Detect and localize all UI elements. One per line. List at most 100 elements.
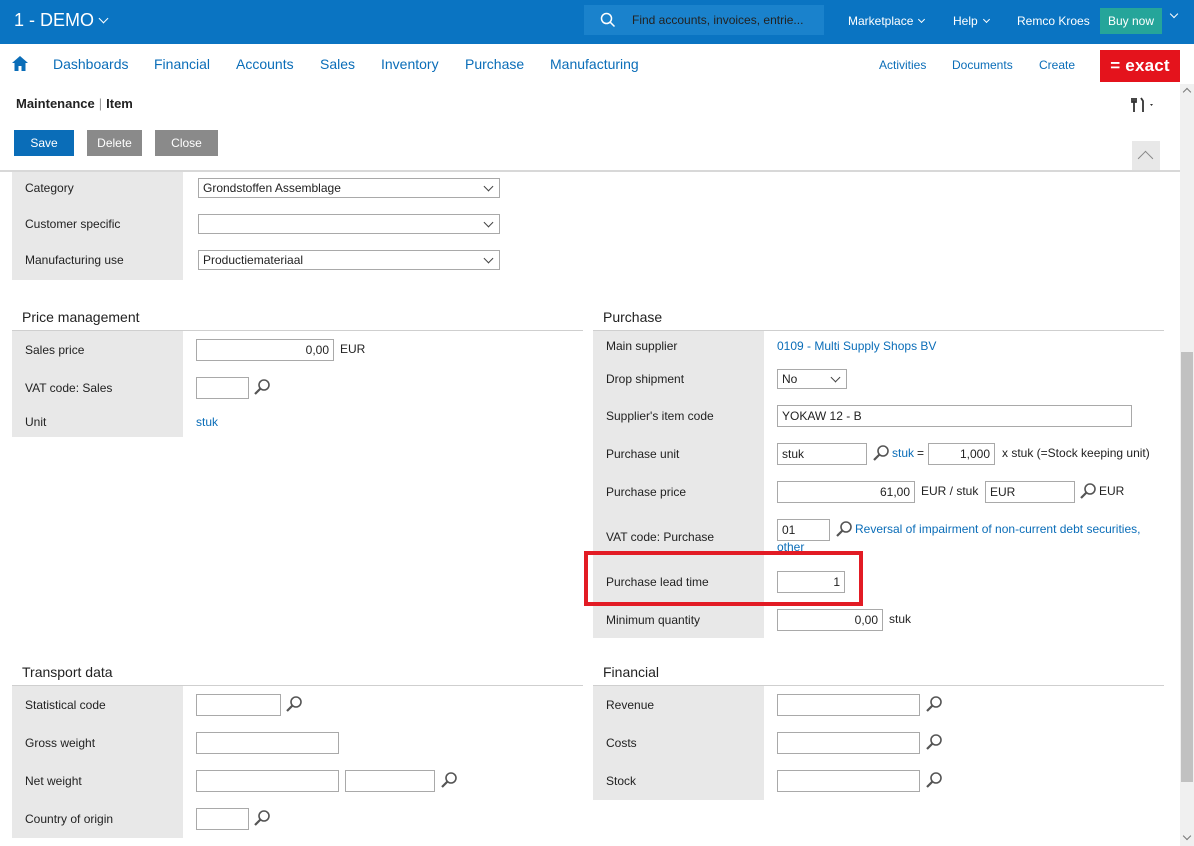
purchase-currency-input[interactable]: EUR bbox=[985, 481, 1075, 503]
stock-input[interactable] bbox=[777, 770, 920, 792]
nav-sales[interactable]: Sales bbox=[320, 56, 355, 72]
purchase-unit-factor-input[interactable]: 1,000 bbox=[928, 443, 995, 465]
sales-price-label: Sales price bbox=[25, 343, 85, 357]
search-icon bbox=[600, 12, 616, 28]
search-input[interactable]: Find accounts, invoices, entrie... bbox=[632, 13, 812, 27]
country-of-origin-label: Country of origin bbox=[25, 812, 114, 826]
main-supplier-label: Main supplier bbox=[606, 339, 678, 353]
chevron-down-icon bbox=[483, 181, 494, 192]
revenue-label: Revenue bbox=[606, 698, 655, 712]
category-select[interactable]: Grondstoffen Assemblage bbox=[198, 178, 500, 198]
purchase-title: Purchase bbox=[603, 309, 663, 325]
financial-title: Financial bbox=[603, 664, 660, 680]
lookup-icon[interactable] bbox=[440, 771, 458, 789]
purchase-currency-suffix: EUR bbox=[1099, 484, 1125, 498]
nav-financial[interactable]: Financial bbox=[154, 56, 210, 72]
lookup-icon[interactable] bbox=[872, 444, 890, 462]
user-menu[interactable]: Remco Kroes bbox=[1017, 14, 1090, 28]
vat-code-sales-label: VAT code: Sales bbox=[25, 381, 113, 395]
customer-specific-label: Customer specific bbox=[25, 217, 121, 231]
supplier-item-code-label: Supplier's item code bbox=[606, 409, 714, 423]
sales-price-currency: EUR bbox=[340, 342, 366, 356]
lookup-icon[interactable] bbox=[1079, 482, 1097, 500]
page-title-part2: Item bbox=[106, 96, 133, 111]
purchase-price-per: EUR / stuk bbox=[921, 484, 979, 498]
chevron-down-icon[interactable] bbox=[1169, 9, 1179, 19]
page-title-part1: Maintenance bbox=[16, 96, 95, 111]
main-supplier-link[interactable]: 0109 - Multi Supply Shops BV bbox=[777, 339, 936, 353]
costs-input[interactable] bbox=[777, 732, 920, 754]
price-management-title: Price management bbox=[22, 309, 140, 325]
marketplace-menu[interactable]: Marketplace bbox=[848, 14, 926, 28]
vat-code-sales-input[interactable] bbox=[196, 377, 249, 399]
nav-documents[interactable]: Documents bbox=[952, 58, 1013, 72]
net-weight-unit-input[interactable] bbox=[345, 770, 435, 792]
nav-create[interactable]: Create bbox=[1039, 58, 1075, 72]
unit-label: Unit bbox=[25, 415, 47, 429]
statistical-code-label: Statistical code bbox=[25, 698, 106, 712]
unit-link[interactable]: stuk bbox=[196, 415, 218, 429]
supplier-item-code-input[interactable]: YOKAW 12 - B bbox=[777, 405, 1132, 427]
country-of-origin-input[interactable] bbox=[196, 808, 249, 830]
manufacturing-use-value: Productiemateriaal bbox=[203, 253, 304, 267]
nav-dashboards[interactable]: Dashboards bbox=[53, 56, 129, 72]
page-title: Maintenance | Item bbox=[16, 96, 133, 111]
buy-now-button[interactable]: Buy now bbox=[1100, 8, 1162, 34]
purchase-unit-link[interactable]: stuk bbox=[892, 446, 914, 460]
highlight-box bbox=[584, 551, 863, 606]
costs-label: Costs bbox=[606, 736, 637, 750]
exact-logo: = exact bbox=[1100, 50, 1180, 82]
lookup-icon[interactable] bbox=[835, 520, 853, 538]
scrollbar-thumb[interactable] bbox=[1181, 352, 1193, 782]
lookup-icon[interactable] bbox=[925, 733, 943, 751]
sales-price-input[interactable]: 0,00 bbox=[196, 339, 334, 361]
minimum-quantity-label: Minimum quantity bbox=[606, 613, 701, 627]
delete-button[interactable]: Delete bbox=[87, 130, 142, 156]
lookup-icon[interactable] bbox=[925, 695, 943, 713]
gross-weight-input[interactable] bbox=[196, 732, 339, 754]
manufacturing-use-select[interactable]: Productiemateriaal bbox=[198, 250, 500, 270]
statistical-code-input[interactable] bbox=[196, 694, 281, 716]
revenue-input[interactable] bbox=[777, 694, 920, 716]
collapse-header-button[interactable] bbox=[1132, 141, 1160, 171]
lookup-icon[interactable] bbox=[253, 378, 271, 396]
company-name: 1 - DEMO bbox=[14, 10, 95, 30]
customer-specific-select[interactable] bbox=[198, 214, 500, 234]
gross-weight-label: Gross weight bbox=[25, 736, 96, 750]
help-label: Help bbox=[953, 14, 978, 28]
vat-code-purchase-input[interactable]: 01 bbox=[777, 519, 830, 541]
purchase-price-label: Purchase price bbox=[606, 485, 687, 499]
net-weight-input[interactable] bbox=[196, 770, 339, 792]
lookup-icon[interactable] bbox=[925, 771, 943, 789]
company-selector[interactable]: 1 - DEMO bbox=[14, 10, 109, 31]
search-box[interactable]: Find accounts, invoices, entrie... bbox=[584, 5, 824, 35]
vat-code-description[interactable]: Reversal of impairment of non-current de… bbox=[855, 522, 1140, 536]
close-button[interactable]: Close bbox=[155, 130, 218, 156]
user-name: Remco Kroes bbox=[1017, 14, 1090, 28]
manufacturing-use-label: Manufacturing use bbox=[25, 253, 124, 267]
chevron-down-icon bbox=[918, 15, 926, 23]
minimum-quantity-input[interactable]: 0,00 bbox=[777, 609, 883, 631]
purchase-unit-input[interactable]: stuk bbox=[777, 443, 867, 465]
save-button[interactable]: Save bbox=[14, 130, 74, 156]
tools-menu[interactable] bbox=[1131, 96, 1159, 117]
drop-shipment-select[interactable]: No bbox=[777, 369, 847, 389]
chevron-down-icon bbox=[98, 13, 109, 24]
chevron-down-icon bbox=[830, 372, 841, 383]
nav-inventory[interactable]: Inventory bbox=[381, 56, 439, 72]
lookup-icon[interactable] bbox=[253, 809, 271, 827]
purchase-price-input[interactable]: 61,00 bbox=[777, 481, 915, 503]
home-icon[interactable] bbox=[11, 55, 29, 72]
chevron-down-icon bbox=[483, 217, 494, 228]
nav-accounts[interactable]: Accounts bbox=[236, 56, 294, 72]
help-menu[interactable]: Help bbox=[953, 14, 990, 28]
purchase-unit-label: Purchase unit bbox=[606, 447, 680, 461]
drop-shipment-label: Drop shipment bbox=[606, 372, 685, 386]
transport-data-title: Transport data bbox=[22, 664, 113, 680]
nav-activities[interactable]: Activities bbox=[879, 58, 926, 72]
nav-purchase[interactable]: Purchase bbox=[465, 56, 524, 72]
chevron-down-icon bbox=[982, 15, 990, 23]
lookup-icon[interactable] bbox=[285, 695, 303, 713]
nav-manufacturing[interactable]: Manufacturing bbox=[550, 56, 639, 72]
vat-code-purchase-label: VAT code: Purchase bbox=[606, 530, 715, 544]
